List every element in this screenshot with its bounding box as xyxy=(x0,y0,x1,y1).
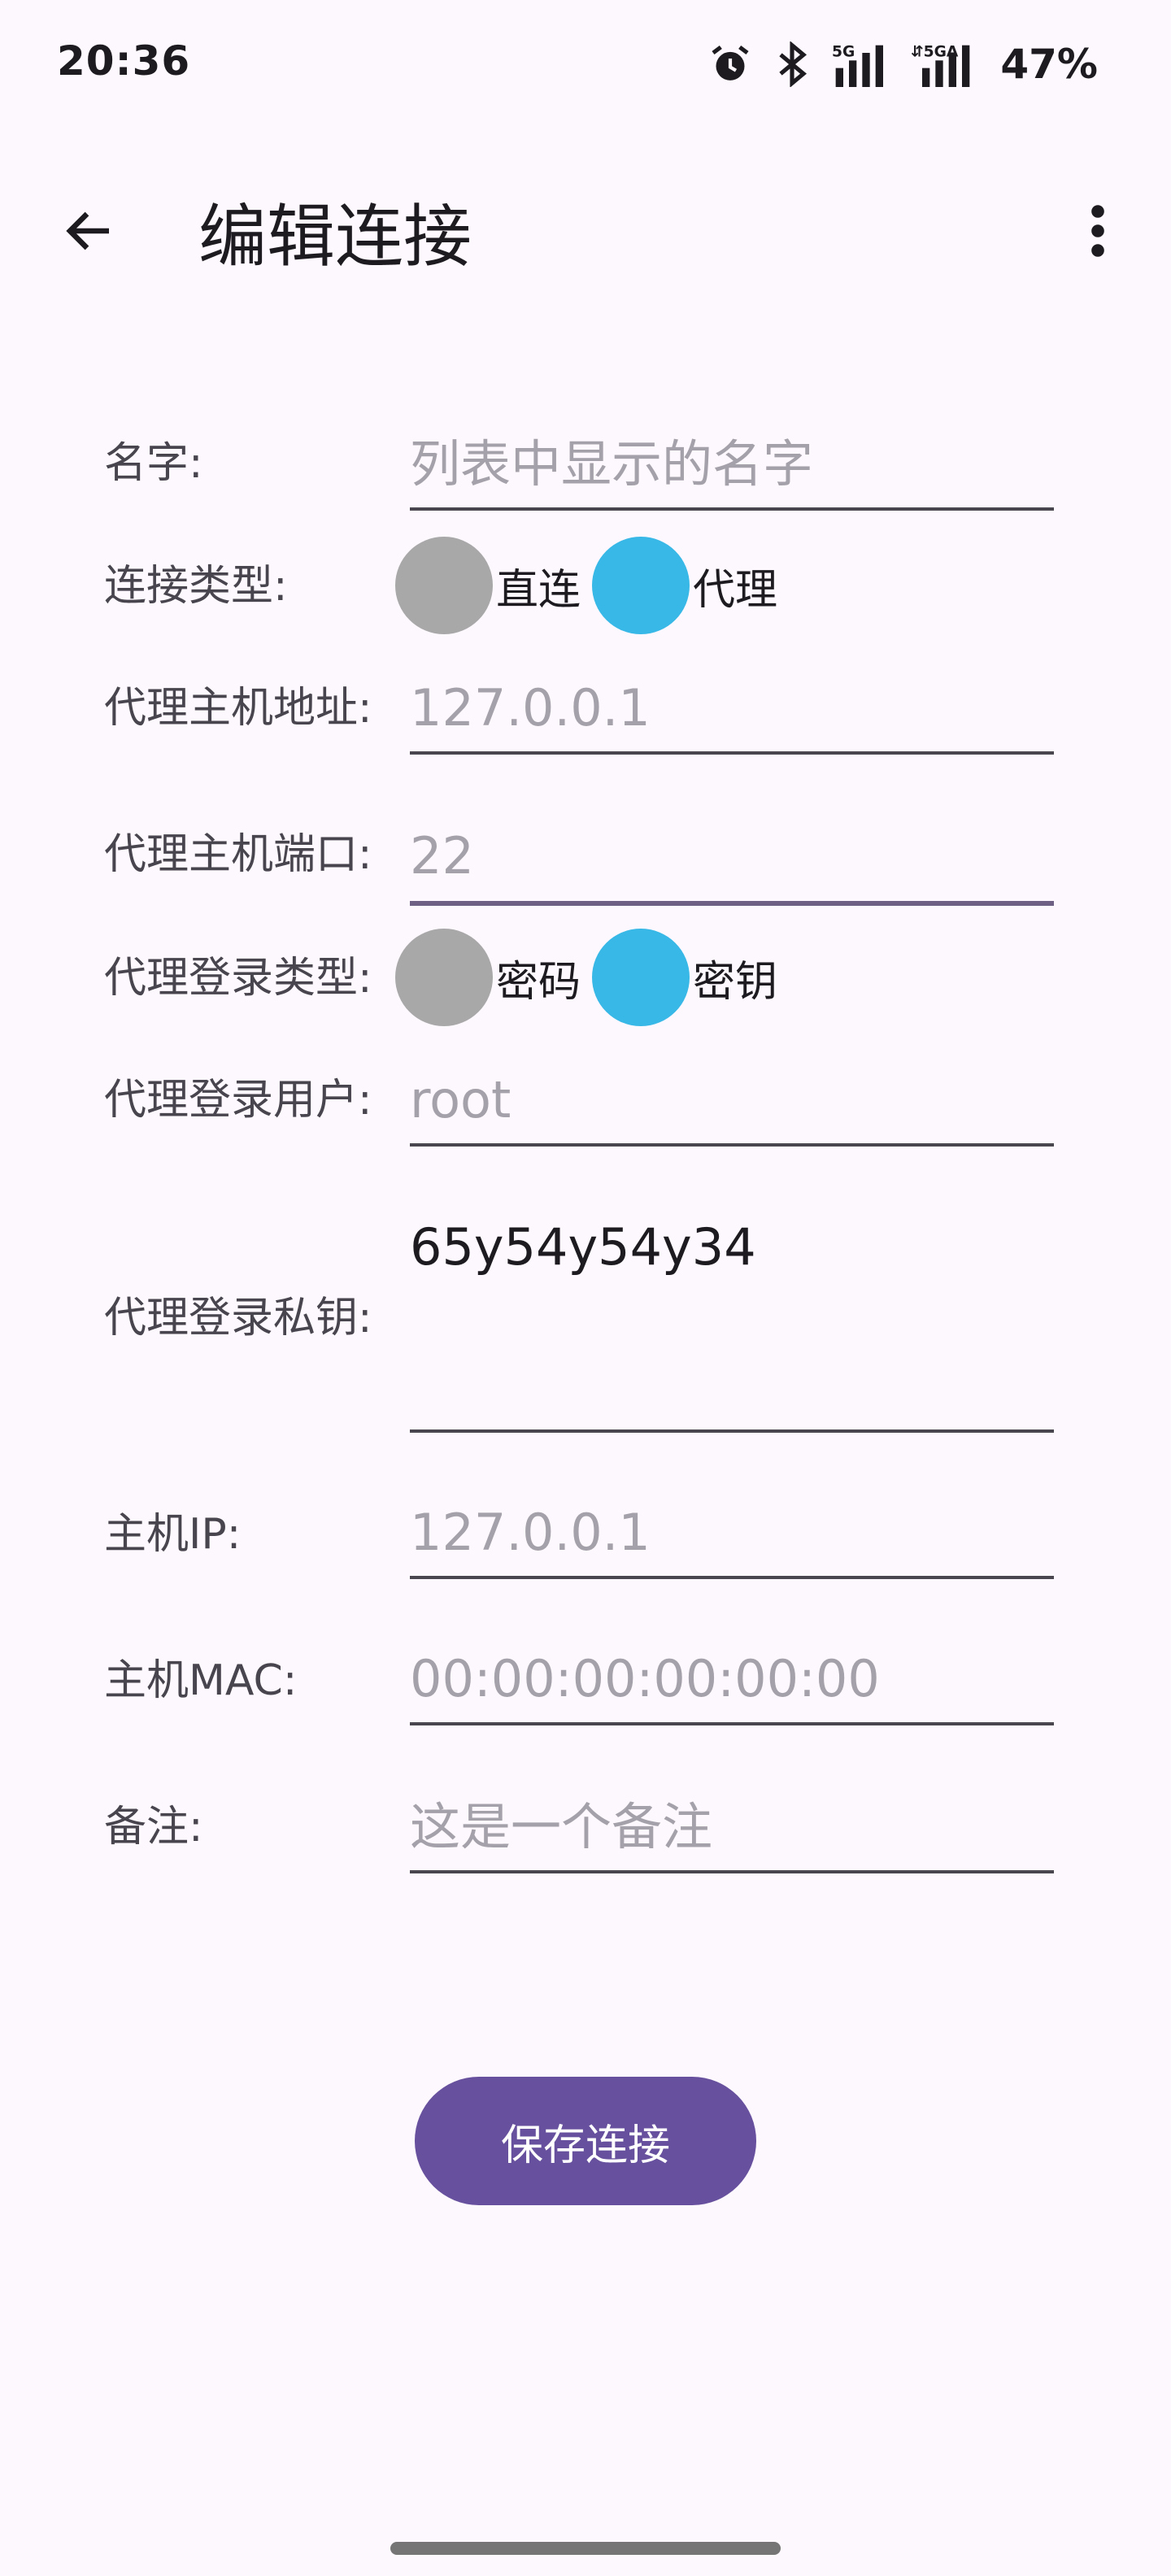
connection-type-group: 直连 代理 xyxy=(395,535,789,636)
arrow-back-icon xyxy=(60,202,119,263)
login-type-key-label[interactable]: 密钥 xyxy=(693,947,777,1008)
host-ip-input[interactable] xyxy=(410,1491,1054,1573)
proxy-port-input[interactable] xyxy=(410,815,1054,896)
host-ip-label: 主机IP: xyxy=(104,1510,242,1559)
back-button[interactable] xyxy=(49,192,130,273)
name-input[interactable] xyxy=(410,423,1054,504)
note-input[interactable] xyxy=(410,1786,1054,1867)
proxy-host-input[interactable] xyxy=(410,667,1054,748)
host-mac-input[interactable] xyxy=(410,1638,1054,1719)
proxy-login-type-group: 密码 密钥 xyxy=(395,927,789,1028)
proxy-port-underline xyxy=(410,901,1054,906)
name-underline xyxy=(410,507,1054,511)
host-mac-label: 主机MAC: xyxy=(104,1656,298,1705)
signal-5g-icon: 5G xyxy=(831,41,890,87)
proxy-user-field[interactable] xyxy=(410,1059,1054,1147)
proxy-user-underline xyxy=(410,1143,1054,1147)
proxy-port-label: 代理主机端口: xyxy=(104,830,372,879)
proxy-key-underline xyxy=(410,1429,1054,1433)
note-field[interactable] xyxy=(410,1786,1054,1873)
status-time: 20:36 xyxy=(57,37,191,85)
proxy-host-label: 代理主机地址: xyxy=(104,684,372,733)
proxy-port-field[interactable] xyxy=(410,815,1054,906)
proxy-login-type-label: 代理登录类型: xyxy=(104,954,372,1003)
save-connection-button[interactable]: 保存连接 xyxy=(415,2077,756,2205)
note-underline xyxy=(410,1870,1054,1873)
connection-type-proxy-radio[interactable] xyxy=(592,537,690,634)
proxy-key-field[interactable]: 65y54y54y34 xyxy=(410,1207,1054,1433)
host-ip-underline xyxy=(410,1576,1054,1579)
connection-type-direct-radio[interactable] xyxy=(395,537,493,634)
login-type-password-label[interactable]: 密码 xyxy=(496,947,581,1008)
more-options-button[interactable] xyxy=(1057,192,1138,273)
svg-text:5G: 5G xyxy=(832,44,855,61)
proxy-user-label: 代理登录用户: xyxy=(104,1076,372,1125)
connection-type-direct-label[interactable]: 直连 xyxy=(496,555,581,616)
status-icons: 5G ⇵5GA 47% xyxy=(707,36,1098,93)
note-label: 备注: xyxy=(104,1803,203,1852)
bluetooth-icon xyxy=(774,41,810,87)
login-type-key-radio[interactable] xyxy=(592,929,690,1026)
proxy-user-input[interactable] xyxy=(410,1059,1054,1140)
battery-percent: 47% xyxy=(1000,41,1098,88)
login-type-password-radio[interactable] xyxy=(395,929,493,1026)
host-ip-field[interactable] xyxy=(410,1491,1054,1579)
more-vert-icon xyxy=(1088,202,1108,263)
name-field[interactable] xyxy=(410,423,1054,511)
proxy-host-field[interactable] xyxy=(410,667,1054,755)
proxy-key-textarea[interactable]: 65y54y54y34 xyxy=(410,1207,1054,1288)
name-label: 名字: xyxy=(104,439,203,488)
signal-5ga-icon: ⇵5GA xyxy=(911,41,979,87)
home-indicator[interactable] xyxy=(390,2542,781,2555)
connection-type-proxy-label[interactable]: 代理 xyxy=(693,555,777,616)
proxy-key-label: 代理登录私钥: xyxy=(104,1294,372,1342)
connection-type-label: 连接类型: xyxy=(104,562,288,611)
page-title: 编辑连接 xyxy=(198,197,472,276)
alarm-icon xyxy=(707,41,753,87)
host-mac-underline xyxy=(410,1722,1054,1725)
proxy-host-underline xyxy=(410,751,1054,755)
host-mac-field[interactable] xyxy=(410,1638,1054,1725)
